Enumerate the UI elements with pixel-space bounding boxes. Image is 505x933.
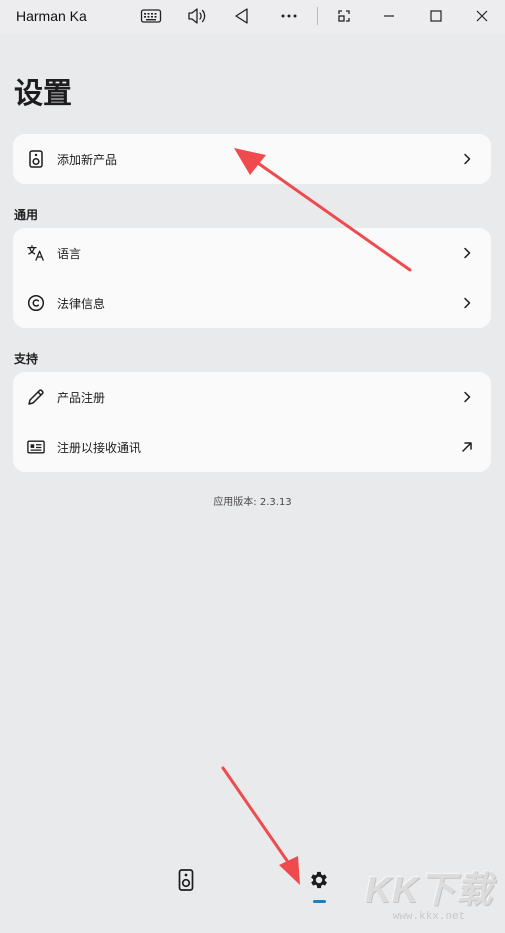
title-bar-separator bbox=[317, 7, 318, 25]
watermark: KK下载 www.kkx.net bbox=[365, 870, 493, 924]
volume-icon[interactable] bbox=[182, 4, 212, 28]
legal-info-row[interactable]: 法律信息 bbox=[13, 278, 491, 328]
chevron-right-icon bbox=[459, 295, 475, 311]
watermark-url: www.kkx.net bbox=[392, 911, 466, 923]
pencil-icon bbox=[27, 388, 45, 406]
newsletter-icon bbox=[27, 438, 45, 456]
maximize-icon[interactable] bbox=[421, 4, 451, 28]
speaker-icon bbox=[27, 150, 45, 168]
nav-settings-tab[interactable] bbox=[305, 868, 333, 896]
nav-selected-indicator bbox=[313, 900, 326, 903]
watermark-logo: KK下载 bbox=[365, 869, 493, 910]
support-card: 产品注册 注册以接收通讯 bbox=[13, 372, 491, 472]
general-section-heading: 通用 bbox=[14, 208, 39, 222]
restore-icon[interactable] bbox=[329, 4, 359, 28]
support-section-heading: 支持 bbox=[14, 352, 39, 366]
product-registration-label: 产品注册 bbox=[57, 391, 106, 405]
external-link-icon bbox=[459, 439, 475, 455]
chevron-right-icon bbox=[459, 389, 475, 405]
add-product-card: 添加新产品 bbox=[13, 134, 491, 184]
annotation-arrow-bottom bbox=[221, 766, 300, 885]
copyright-icon bbox=[27, 294, 45, 312]
chevron-right-icon bbox=[459, 151, 475, 167]
page-title: 设置 bbox=[14, 76, 73, 110]
gear-icon bbox=[308, 869, 330, 895]
legal-info-label: 法律信息 bbox=[57, 297, 106, 311]
language-row[interactable]: 语言 bbox=[13, 228, 491, 278]
keyboard-icon[interactable] bbox=[136, 4, 166, 28]
general-card: 语言 法律信息 bbox=[13, 228, 491, 328]
translate-icon bbox=[27, 244, 45, 262]
add-product-row[interactable]: 添加新产品 bbox=[13, 134, 491, 184]
title-bar: Harman Ka bbox=[0, 0, 505, 34]
chevron-right-icon bbox=[459, 245, 475, 261]
language-label: 语言 bbox=[57, 247, 82, 261]
app-version: 应用版本: 2.3.13 bbox=[213, 497, 292, 508]
newsletter-row[interactable]: 注册以接收通讯 bbox=[13, 422, 491, 472]
close-icon[interactable] bbox=[467, 4, 497, 28]
speaker-icon bbox=[178, 869, 194, 895]
newsletter-label: 注册以接收通讯 bbox=[57, 441, 142, 455]
app-title: Harman Ka bbox=[16, 8, 87, 24]
add-product-label: 添加新产品 bbox=[57, 153, 118, 167]
product-registration-row[interactable]: 产品注册 bbox=[13, 372, 491, 422]
nav-devices-tab[interactable] bbox=[172, 868, 200, 896]
back-icon[interactable] bbox=[227, 4, 257, 28]
more-icon[interactable] bbox=[274, 4, 304, 28]
minimize-icon[interactable] bbox=[374, 4, 404, 28]
